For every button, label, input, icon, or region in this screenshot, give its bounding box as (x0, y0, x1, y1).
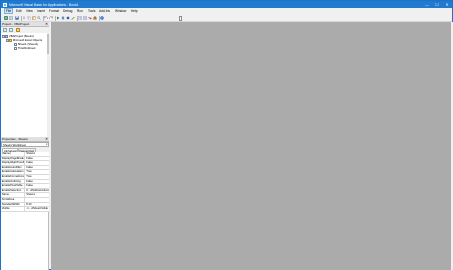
project-explorer-icon[interactable] (78, 16, 82, 20)
run-icon[interactable] (56, 16, 60, 20)
project-tree: − VBAProject (Book1) − Microsoft Excel Obj… (1, 33, 49, 137)
maximize-button[interactable]: ☐ (432, 1, 442, 8)
minimize-button[interactable]: — (422, 1, 432, 8)
break-icon[interactable] (61, 16, 65, 20)
window-title: Microsoft Visual Basic for Applications … (9, 2, 79, 7)
scrollbar-thumb[interactable] (46, 34, 49, 54)
design-mode-icon[interactable] (71, 16, 75, 20)
paste-icon[interactable] (32, 16, 36, 20)
menu-debug[interactable]: Debug (62, 9, 73, 13)
workbook-icon (14, 46, 17, 50)
folder-icon (9, 38, 13, 42)
view-object-icon[interactable] (9, 28, 13, 32)
toggle-folders-icon[interactable] (16, 28, 20, 32)
menu-view[interactable]: View (25, 9, 34, 13)
undo-icon[interactable] (44, 16, 48, 20)
menu-add-ins[interactable]: Add-Ins (98, 9, 111, 13)
cut-icon[interactable] (22, 16, 26, 20)
code-window-area[interactable] (51, 22, 453, 270)
object-browser-icon[interactable] (88, 16, 92, 20)
properties-grid: (Name) Sheet1 DisplayPageBreaks False Disp… (1, 152, 49, 212)
menu-format[interactable]: Format (48, 9, 60, 13)
vba-editor-window: Microsoft Visual Basic for Applications … (0, 0, 453, 270)
tree-node-label: ThisWorkbook (17, 46, 36, 50)
standard-toolbar: ? (1, 14, 452, 22)
property-name: Visible (1, 207, 25, 212)
insert-module-icon[interactable] (9, 16, 13, 20)
property-value[interactable]: -1 - xlSheetVisible (26, 207, 49, 211)
project-explorer-title: Project - VBAProject (2, 22, 30, 26)
menu-run[interactable]: Run (76, 9, 84, 13)
property-row[interactable]: Visible -1 - xlSheetVisible (1, 207, 49, 212)
close-button[interactable]: ✕ (442, 1, 452, 8)
properties-window-icon[interactable] (83, 16, 87, 20)
find-icon[interactable] (37, 16, 41, 20)
properties-window-title: Properties - Sheet1 (2, 137, 28, 141)
reset-icon[interactable] (66, 16, 70, 20)
help-icon[interactable]: ? (100, 16, 104, 20)
toolbox-icon[interactable] (93, 16, 97, 20)
title-bar[interactable]: Microsoft Visual Basic for Applications … (1, 1, 452, 8)
project-tree-scrollbar[interactable] (46, 33, 49, 137)
toolbar-position-indicator (179, 15, 182, 21)
tree-node-thisworkbook[interactable]: ThisWorkbook (14, 46, 36, 50)
menu-file[interactable]: File (3, 8, 14, 14)
left-docked-panes: Project - VBAProject ✕ − VBAProject (Book… (1, 22, 49, 270)
view-code-icon[interactable] (3, 28, 7, 32)
redo-icon[interactable] (49, 16, 53, 20)
menu-help[interactable]: Help (130, 9, 139, 13)
copy-icon[interactable] (27, 16, 31, 20)
menu-tools[interactable]: Tools (87, 9, 96, 13)
menu-edit[interactable]: Edit (15, 9, 23, 13)
menu-window[interactable]: Window (114, 9, 127, 13)
save-icon[interactable] (15, 16, 19, 20)
vba-app-icon[interactable] (3, 2, 7, 7)
excel-icon[interactable] (4, 16, 8, 20)
menu-insert[interactable]: Insert (36, 9, 46, 13)
